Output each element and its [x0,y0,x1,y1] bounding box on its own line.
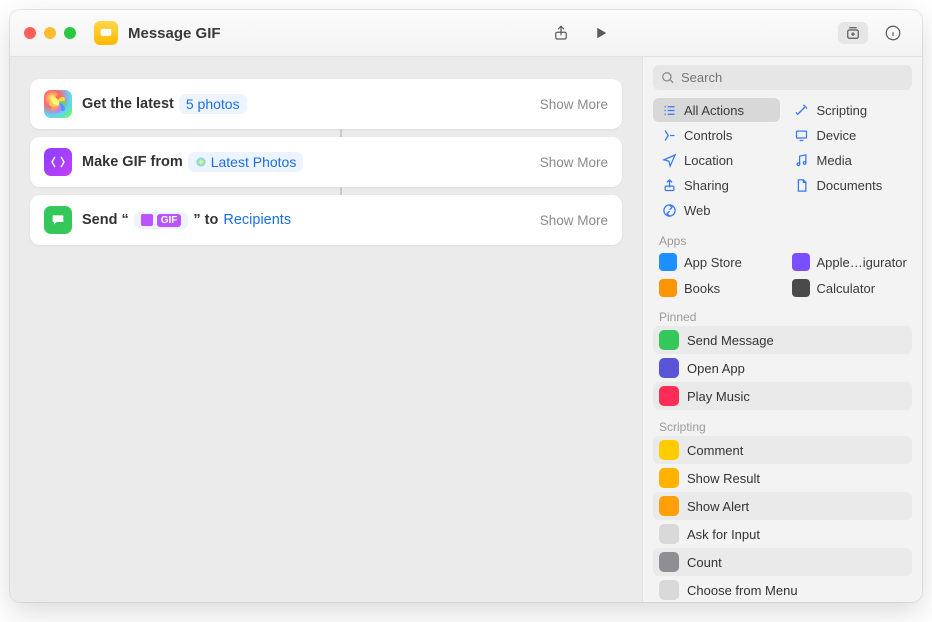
messages-icon [44,206,72,234]
category-controls[interactable]: Controls [653,123,780,147]
gif-chip-icon [141,214,153,226]
apps-grid: App StoreApple…iguratorBooksCalculator [643,250,922,304]
app-icon [792,253,810,271]
apps-section-label: Apps [643,228,922,250]
action-icon [659,440,679,460]
search-input[interactable] [681,70,904,85]
action-get-photos[interactable]: Get the latest 5 photos Show More [30,79,622,129]
action-icon [659,524,679,544]
window-controls [24,27,76,39]
info-button[interactable] [882,22,904,44]
action-title: Send “ GIF ” to Recipients [82,212,291,229]
location-icon [661,152,677,168]
action-icon [659,330,679,350]
photo-count-token[interactable]: 5 photos [179,94,247,114]
action-comment[interactable]: Comment [653,436,912,464]
recipients-token[interactable]: Recipients [223,212,291,228]
app-app-store[interactable]: App Store [653,250,780,274]
wand-icon [794,102,810,118]
app-window: Message GIF [10,10,922,602]
library-button[interactable] [838,22,868,44]
media-icon [794,152,810,168]
gif-action-icon [44,148,72,176]
connector [340,129,342,137]
category-all-actions[interactable]: All Actions [653,98,780,122]
library-scroll[interactable]: Apps App StoreApple…iguratorBooksCalcula… [643,228,922,602]
show-more-button[interactable]: Show More [540,213,608,228]
body: Get the latest 5 photos Show More Make G… [10,57,922,602]
action-icon [659,552,679,572]
action-send-message[interactable]: Send Message [653,326,912,354]
list-icon [661,102,677,118]
category-location[interactable]: Location [653,148,780,172]
category-media[interactable]: Media [786,148,913,172]
app-books[interactable]: Books [653,276,780,300]
sharing-icon [661,177,677,193]
app-calculator[interactable]: Calculator [786,276,913,300]
action-ask-for-input[interactable]: Ask for Input [653,520,912,548]
web-icon [661,202,677,218]
share-button[interactable] [550,22,572,44]
app-icon [659,279,677,297]
toolbar-right [838,22,904,44]
search-input-wrap[interactable] [653,65,912,90]
action-show-alert[interactable]: Show Alert [653,492,912,520]
fullscreen-window-button[interactable] [64,27,76,39]
action-open-app[interactable]: Open App [653,354,912,382]
toolbar-center [550,22,612,44]
category-documents[interactable]: Documents [786,173,913,197]
workflow-canvas[interactable]: Get the latest 5 photos Show More Make G… [10,57,642,602]
search-icon [661,71,675,85]
documents-icon [794,177,810,193]
action-show-result[interactable]: Show Result [653,464,912,492]
controls-icon [661,127,677,143]
photos-icon [44,90,72,118]
action-icon [659,358,679,378]
action-icon [659,386,679,406]
library-sidebar: All ActionsScriptingControlsDeviceLocati… [642,57,922,602]
page-title: Message GIF [128,25,221,42]
action-icon [659,468,679,488]
pinned-list: Send MessageOpen AppPlay Music [643,326,922,414]
shortcut-icon [94,21,118,45]
gif-variable-token[interactable]: GIF [134,212,189,229]
action-title: Make GIF from Latest Photos [82,152,303,172]
app-apple-igurator[interactable]: Apple…igurator [786,250,913,274]
action-choose-from-menu[interactable]: Choose from Menu [653,576,912,602]
action-icon [659,496,679,516]
category-web[interactable]: Web [653,198,780,222]
close-window-button[interactable] [24,27,36,39]
action-icon [659,580,679,600]
scripting-list: CommentShow ResultShow AlertAsk for Inpu… [643,436,922,602]
category-device[interactable]: Device [786,123,913,147]
scripting-section-label: Scripting [643,414,922,436]
app-icon [792,279,810,297]
run-button[interactable] [590,22,612,44]
app-icon [659,253,677,271]
show-more-button[interactable]: Show More [540,155,608,170]
action-play-music[interactable]: Play Music [653,382,912,410]
connector [340,187,342,195]
category-grid: All ActionsScriptingControlsDeviceLocati… [643,96,922,228]
minimize-window-button[interactable] [44,27,56,39]
action-count[interactable]: Count [653,548,912,576]
photos-mini-icon [195,156,207,168]
category-sharing[interactable]: Sharing [653,173,780,197]
pinned-section-label: Pinned [643,304,922,326]
category-scripting[interactable]: Scripting [786,98,913,122]
action-make-gif[interactable]: Make GIF from Latest Photos Show More [30,137,622,187]
action-title: Get the latest 5 photos [82,94,247,114]
latest-photos-token[interactable]: Latest Photos [188,152,304,172]
device-icon [794,127,810,143]
titlebar: Message GIF [10,10,922,57]
action-send-message[interactable]: Send “ GIF ” to Recipients Show More [30,195,622,245]
show-more-button[interactable]: Show More [540,97,608,112]
